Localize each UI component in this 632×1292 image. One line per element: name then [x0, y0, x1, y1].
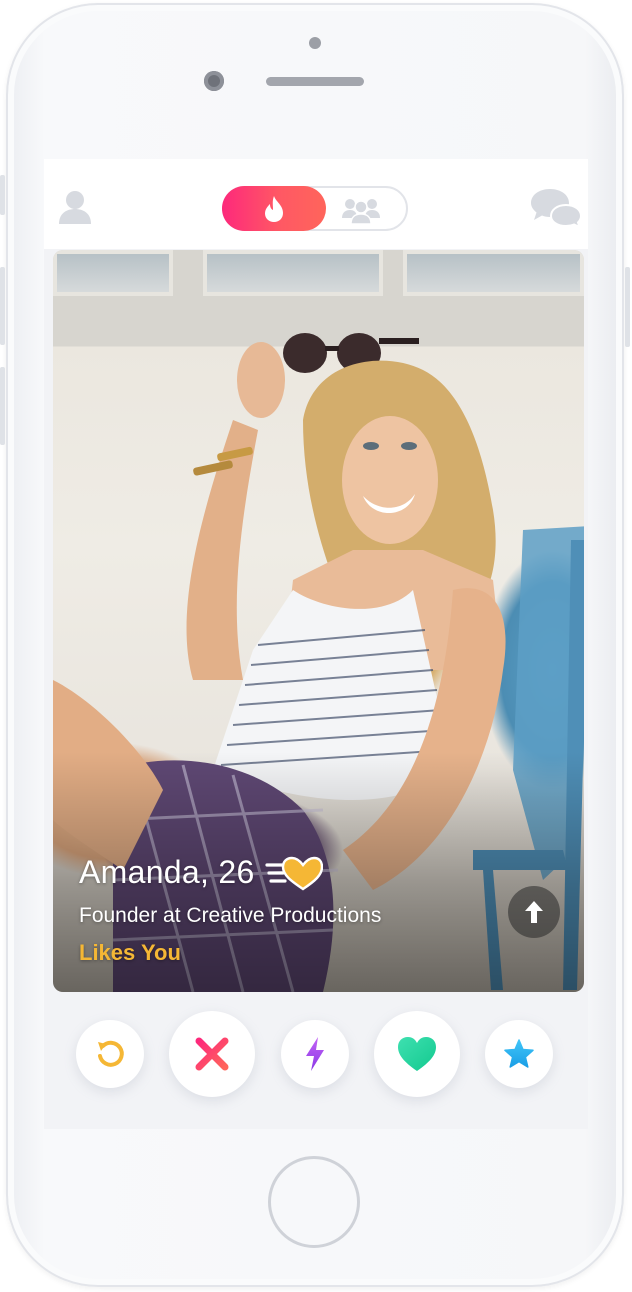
name-age-separator: , [200, 854, 210, 890]
heart-icon [398, 1037, 436, 1071]
nope-button[interactable] [169, 1011, 255, 1097]
volume-down-button [0, 367, 5, 445]
profile-name: Amanda [79, 854, 200, 890]
arrow-up-icon [525, 901, 543, 923]
like-button[interactable] [374, 1011, 460, 1097]
mute-switch [0, 175, 5, 215]
profile-card[interactable]: Amanda, 26 Founder at Creative Productio… [53, 250, 584, 992]
volume-up-button [0, 267, 5, 345]
proximity-sensor [309, 37, 321, 49]
top-navigation-bar [44, 159, 588, 249]
action-bar [44, 992, 588, 1129]
tab-swipe[interactable] [222, 186, 326, 231]
profile-age: 26 [218, 854, 255, 890]
power-button [625, 267, 630, 347]
boost-button[interactable] [281, 1020, 349, 1088]
earpiece-speaker [266, 77, 364, 86]
profile-name-age: Amanda, 26 [79, 854, 323, 891]
star-icon [504, 1039, 534, 1068]
flame-icon [265, 195, 283, 222]
lightning-icon [306, 1037, 324, 1071]
home-button[interactable] [268, 1156, 360, 1248]
front-camera [204, 71, 224, 91]
rewind-icon [98, 1040, 124, 1067]
group-icon[interactable] [340, 196, 382, 224]
rewind-button[interactable] [76, 1020, 144, 1088]
likes-you-heart-icon [265, 856, 323, 890]
profile-icon[interactable] [58, 189, 92, 225]
x-icon [195, 1037, 229, 1071]
discovery-mode-toggle[interactable] [222, 186, 408, 231]
profile-job: Founder at Creative Productions [79, 904, 382, 927]
super-like-button[interactable] [485, 1020, 553, 1088]
likes-you-label: Likes You [79, 940, 181, 965]
profile-info-button[interactable] [508, 886, 560, 938]
app-screen: Amanda, 26 Founder at Creative Productio… [44, 159, 588, 1129]
messages-icon[interactable] [530, 187, 582, 227]
